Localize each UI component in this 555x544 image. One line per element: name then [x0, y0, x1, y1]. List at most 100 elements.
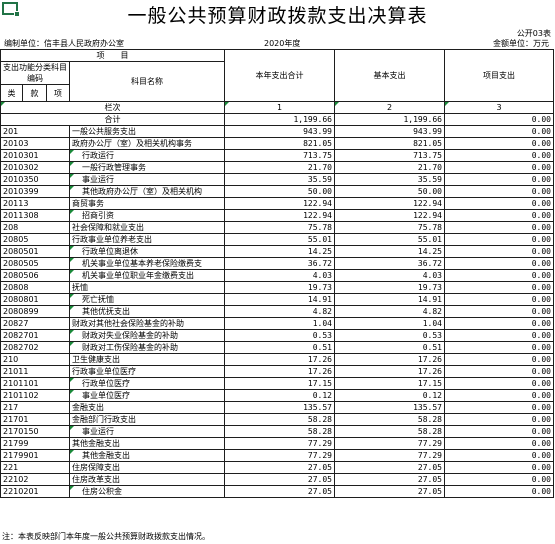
project-cell[interactable]: 0.00: [444, 389, 554, 402]
basic-cell[interactable]: 27.05: [334, 461, 445, 474]
subject-name-cell[interactable]: 住房保障支出: [69, 461, 225, 474]
function-code-cell[interactable]: 2011308: [0, 209, 70, 222]
function-code-cell[interactable]: 20805: [0, 233, 70, 246]
header-basic[interactable]: 基本支出: [334, 49, 445, 102]
subject-name-cell[interactable]: 招商引资: [69, 209, 225, 222]
basic-cell[interactable]: 17.26: [334, 365, 445, 378]
project-cell[interactable]: 0.00: [444, 365, 554, 378]
project-cell[interactable]: 0.00: [444, 449, 554, 462]
project-cell[interactable]: 0.00: [444, 269, 554, 282]
subject-name-cell[interactable]: 财政对其他社会保险基金的补助: [69, 317, 225, 330]
subject-name-cell[interactable]: 事业运行: [69, 425, 225, 438]
subject-name-cell[interactable]: 其他政府办公厅（室）及相关机构: [69, 185, 225, 198]
function-code-cell[interactable]: 2082702: [0, 341, 70, 354]
subject-name-cell[interactable]: 行政运行: [69, 149, 225, 162]
subject-name-cell[interactable]: 一般公共服务支出: [69, 125, 225, 138]
function-code-cell[interactable]: 2080801: [0, 293, 70, 306]
subject-name-cell[interactable]: 机关事业单位职业年金缴费支出: [69, 269, 225, 282]
sum-basic[interactable]: 1,199.66: [334, 113, 445, 126]
basic-cell[interactable]: 122.94: [334, 197, 445, 210]
total-cell[interactable]: 77.29: [224, 449, 335, 462]
project-cell[interactable]: 0.00: [444, 125, 554, 138]
total-cell[interactable]: 1.04: [224, 317, 335, 330]
subject-name-cell[interactable]: 行政事业单位养老支出: [69, 233, 225, 246]
subject-name-cell[interactable]: 政府办公厅（室）及相关机构事务: [69, 137, 225, 150]
subject-name-cell[interactable]: 住房改革支出: [69, 473, 225, 486]
project-cell[interactable]: 0.00: [444, 209, 554, 222]
header-item[interactable]: 项 目: [0, 49, 225, 62]
basic-cell[interactable]: 21.70: [334, 161, 445, 174]
header-section[interactable]: 款: [22, 84, 47, 102]
project-cell[interactable]: 0.00: [444, 437, 554, 450]
basic-cell[interactable]: 713.75: [334, 149, 445, 162]
function-code-cell[interactable]: 221: [0, 461, 70, 474]
basic-cell[interactable]: 0.51: [334, 341, 445, 354]
basic-cell[interactable]: 35.59: [334, 173, 445, 186]
basic-cell[interactable]: 122.94: [334, 209, 445, 222]
basic-cell[interactable]: 4.82: [334, 305, 445, 318]
project-cell[interactable]: 0.00: [444, 281, 554, 294]
sum-project[interactable]: 0.00: [444, 113, 554, 126]
subject-name-cell[interactable]: 金融部门行政支出: [69, 413, 225, 426]
total-cell[interactable]: 122.94: [224, 197, 335, 210]
function-code-cell[interactable]: 217: [0, 401, 70, 414]
row-label[interactable]: 栏次: [0, 101, 225, 114]
project-cell[interactable]: 0.00: [444, 425, 554, 438]
basic-cell[interactable]: 17.15: [334, 377, 445, 390]
subject-name-cell[interactable]: 事业单位医疗: [69, 389, 225, 402]
total-cell[interactable]: 50.00: [224, 185, 335, 198]
total-cell[interactable]: 36.72: [224, 257, 335, 270]
function-code-cell[interactable]: 21701: [0, 413, 70, 426]
subject-name-cell[interactable]: 机关事业单位基本养老保险缴费支: [69, 257, 225, 270]
subject-name-cell[interactable]: 财政对失业保险基金的补助: [69, 329, 225, 342]
project-cell[interactable]: 0.00: [444, 377, 554, 390]
basic-cell[interactable]: 0.53: [334, 329, 445, 342]
basic-cell[interactable]: 135.57: [334, 401, 445, 414]
total-cell[interactable]: 0.53: [224, 329, 335, 342]
total-cell[interactable]: 14.91: [224, 293, 335, 306]
total-cell[interactable]: 35.59: [224, 173, 335, 186]
total-cell[interactable]: 27.05: [224, 461, 335, 474]
total-cell[interactable]: 0.12: [224, 389, 335, 402]
total-cell[interactable]: 4.82: [224, 305, 335, 318]
total-cell[interactable]: 21.70: [224, 161, 335, 174]
project-cell[interactable]: 0.00: [444, 137, 554, 150]
basic-cell[interactable]: 50.00: [334, 185, 445, 198]
basic-cell[interactable]: 14.25: [334, 245, 445, 258]
project-cell[interactable]: 0.00: [444, 245, 554, 258]
total-cell[interactable]: 27.05: [224, 473, 335, 486]
function-code-cell[interactable]: 2170150: [0, 425, 70, 438]
basic-cell[interactable]: 821.05: [334, 137, 445, 150]
project-cell[interactable]: 0.00: [444, 173, 554, 186]
function-code-cell[interactable]: 2010301: [0, 149, 70, 162]
project-cell[interactable]: 0.00: [444, 461, 554, 474]
subject-name-cell[interactable]: 一般行政管理事务: [69, 161, 225, 174]
subject-name-cell[interactable]: 金融支出: [69, 401, 225, 414]
subject-name-cell[interactable]: 其他优抚支出: [69, 305, 225, 318]
project-cell[interactable]: 0.00: [444, 329, 554, 342]
total-cell[interactable]: 713.75: [224, 149, 335, 162]
total-cell[interactable]: 55.01: [224, 233, 335, 246]
total-cell[interactable]: 75.78: [224, 221, 335, 234]
project-cell[interactable]: 0.00: [444, 257, 554, 270]
function-code-cell[interactable]: 2080501: [0, 245, 70, 258]
subject-name-cell[interactable]: 行政单位离退休: [69, 245, 225, 258]
total-cell[interactable]: 17.26: [224, 353, 335, 366]
function-code-cell[interactable]: 21799: [0, 437, 70, 450]
sum-total[interactable]: 1,199.66: [224, 113, 335, 126]
basic-cell[interactable]: 58.28: [334, 425, 445, 438]
col-number-3[interactable]: 3: [444, 101, 554, 114]
col-number-1[interactable]: 1: [224, 101, 335, 114]
function-code-cell[interactable]: 20827: [0, 317, 70, 330]
total-cell[interactable]: 135.57: [224, 401, 335, 414]
total-cell[interactable]: 821.05: [224, 137, 335, 150]
function-code-cell[interactable]: 201: [0, 125, 70, 138]
project-cell[interactable]: 0.00: [444, 197, 554, 210]
subject-name-cell[interactable]: 财政对工伤保险基金的补助: [69, 341, 225, 354]
function-code-cell[interactable]: 2010399: [0, 185, 70, 198]
total-cell[interactable]: 27.05: [224, 485, 335, 498]
function-code-cell[interactable]: 20808: [0, 281, 70, 294]
basic-cell[interactable]: 14.91: [334, 293, 445, 306]
header-total[interactable]: 本年支出合计: [224, 49, 335, 102]
function-code-cell[interactable]: 2101102: [0, 389, 70, 402]
